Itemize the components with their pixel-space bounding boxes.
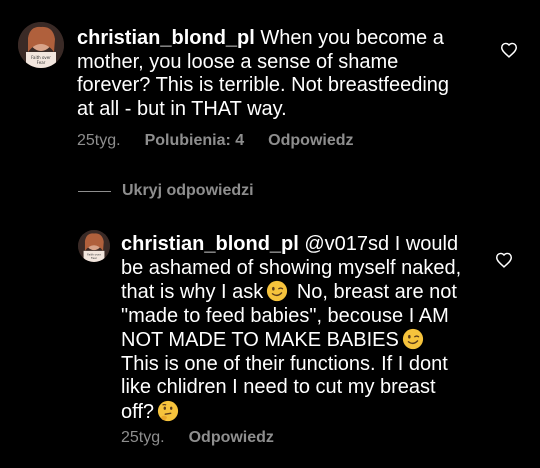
avatar-image: Faith over Fear — [78, 230, 110, 262]
mention-link[interactable]: @v017sd — [304, 233, 389, 255]
winking-face-icon — [402, 328, 423, 350]
thinking-face-icon — [157, 400, 179, 421]
comment-username[interactable]: christian_blond_pl — [77, 27, 255, 49]
heart-icon[interactable] — [500, 42, 518, 58]
likes-count[interactable]: Polubienia: 4 — [145, 132, 245, 150]
comment-username[interactable]: christian_blond_pl — [121, 233, 299, 255]
reply-button[interactable]: Odpowiedz — [189, 429, 274, 447]
avatar-image: Faith over Fear — [18, 22, 64, 68]
hide-replies-button[interactable]: Ukryj odpowiedzi — [78, 182, 254, 200]
comment-time[interactable]: 25tyg. — [77, 132, 121, 150]
comment-meta: 25tyg. Odpowiedz — [121, 429, 298, 447]
avatar[interactable]: Faith over Fear — [78, 230, 110, 262]
hide-replies-label: Ukryj odpowiedzi — [122, 182, 254, 199]
reply-button[interactable]: Odpowiedz — [268, 132, 353, 150]
comment-time[interactable]: 25tyg. — [121, 429, 165, 447]
avatar[interactable]: Faith over Fear — [18, 22, 64, 68]
divider-line — [78, 190, 111, 192]
comment-text: christian_blond_pl @v017sd I would be as… — [121, 233, 466, 424]
winking-face-icon — [267, 280, 288, 302]
comment-meta: 25tyg. Polubienia: 4 Odpowiedz — [77, 132, 378, 150]
svg-text:Fear: Fear — [37, 60, 46, 65]
heart-icon[interactable] — [495, 252, 513, 268]
comment-text: christian_blond_pl When you become a mot… — [77, 27, 467, 121]
svg-text:Fear: Fear — [91, 256, 98, 260]
